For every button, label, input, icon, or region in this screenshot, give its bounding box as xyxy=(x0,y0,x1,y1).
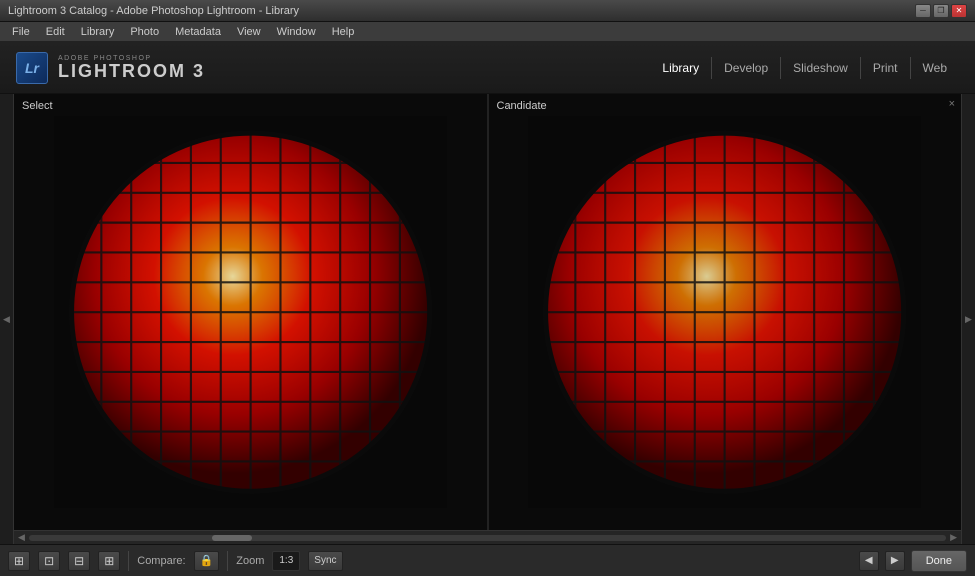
sync-button[interactable]: Sync xyxy=(308,551,342,571)
minimize-button[interactable]: ─ xyxy=(915,4,931,18)
logo-text: ADOBE PHOTOSHOP LIGHTROOM 3 xyxy=(58,55,205,80)
menu-file[interactable]: File xyxy=(4,24,38,40)
right-panel-toggle[interactable]: ▶ xyxy=(961,94,975,544)
filmstrip-next-icon[interactable]: ▶ xyxy=(950,532,957,543)
title-bar-text: Lightroom 3 Catalog - Adobe Photoshop Li… xyxy=(8,5,915,17)
select-panel: Select xyxy=(14,94,487,530)
zoom-label: Zoom xyxy=(236,555,264,567)
compare-label: Compare: xyxy=(137,555,185,567)
toolbar-right: ◀ ▶ Done xyxy=(859,550,967,572)
left-arrow-icon: ◀ xyxy=(3,314,10,325)
toolbar-sep-2 xyxy=(227,551,228,571)
menu-metadata[interactable]: Metadata xyxy=(167,24,229,40)
menu-bar: File Edit Library Photo Metadata View Wi… xyxy=(0,22,975,42)
menu-edit[interactable]: Edit xyxy=(38,24,73,40)
filmstrip-prev-icon[interactable]: ◀ xyxy=(18,532,25,543)
grid-view-button[interactable]: ⊞ xyxy=(8,551,30,571)
title-bar: Lightroom 3 Catalog - Adobe Photoshop Li… xyxy=(0,0,975,22)
lock-button[interactable]: 🔒 xyxy=(194,551,220,571)
loupe-view-button[interactable]: ⊡ xyxy=(38,551,60,571)
image-panels: Select xyxy=(14,94,961,544)
lightroom-text: LIGHTROOM 3 xyxy=(58,62,205,80)
candidate-panel-label: Candidate xyxy=(497,100,547,112)
filmstrip-scroll-thumb xyxy=(212,535,252,541)
candidate-panel-close[interactable]: × xyxy=(949,98,955,110)
candidate-panel: Candidate × xyxy=(487,94,962,530)
menu-window[interactable]: Window xyxy=(269,24,324,40)
prev-image-button[interactable]: ◀ xyxy=(859,551,879,571)
toolbar-sep-1 xyxy=(128,551,129,571)
toolbar: ⊞ ⊡ ⊟ ⊞ Compare: 🔒 Zoom 1:3 Sync ◀ ▶ Don… xyxy=(0,544,975,576)
zoom-display: 1:3 xyxy=(272,551,300,571)
select-globe xyxy=(14,94,487,530)
menu-view[interactable]: View xyxy=(229,24,269,40)
nav-tab-develop[interactable]: Develop xyxy=(711,57,780,79)
next-image-button[interactable]: ▶ xyxy=(885,551,905,571)
survey-view-button[interactable]: ⊞ xyxy=(98,551,120,571)
nav-tab-library[interactable]: Library xyxy=(650,57,711,79)
right-arrow-icon: ▶ xyxy=(965,314,972,325)
restore-button[interactable]: ❐ xyxy=(933,4,949,18)
select-globe-svg xyxy=(38,116,463,508)
panels-row: Select xyxy=(14,94,961,530)
close-button[interactable]: ✕ xyxy=(951,4,967,18)
window-controls: ─ ❐ ✕ xyxy=(915,4,967,18)
nav-tab-slideshow[interactable]: Slideshow xyxy=(780,57,860,79)
nav-tabs: Library Develop Slideshow Print Web xyxy=(650,57,959,79)
main-content: ◀ Select xyxy=(0,94,975,544)
header: Lr ADOBE PHOTOSHOP LIGHTROOM 3 Library D… xyxy=(0,42,975,94)
menu-help[interactable]: Help xyxy=(324,24,363,40)
filmstrip-bar: ◀ ▶ xyxy=(14,530,961,544)
lr-badge: Lr xyxy=(16,52,48,84)
compare-view-button[interactable]: ⊟ xyxy=(68,551,90,571)
filmstrip-scrollbar[interactable] xyxy=(29,535,946,541)
menu-library[interactable]: Library xyxy=(73,24,123,40)
nav-tab-web[interactable]: Web xyxy=(910,57,959,79)
menu-photo[interactable]: Photo xyxy=(122,24,167,40)
left-panel-toggle[interactable]: ◀ xyxy=(0,94,14,544)
logo-area: Lr ADOBE PHOTOSHOP LIGHTROOM 3 xyxy=(16,52,205,84)
done-button[interactable]: Done xyxy=(911,550,967,572)
nav-tab-print[interactable]: Print xyxy=(860,57,910,79)
candidate-globe-svg xyxy=(512,116,937,508)
candidate-globe xyxy=(489,94,962,530)
select-panel-label: Select xyxy=(22,100,53,112)
